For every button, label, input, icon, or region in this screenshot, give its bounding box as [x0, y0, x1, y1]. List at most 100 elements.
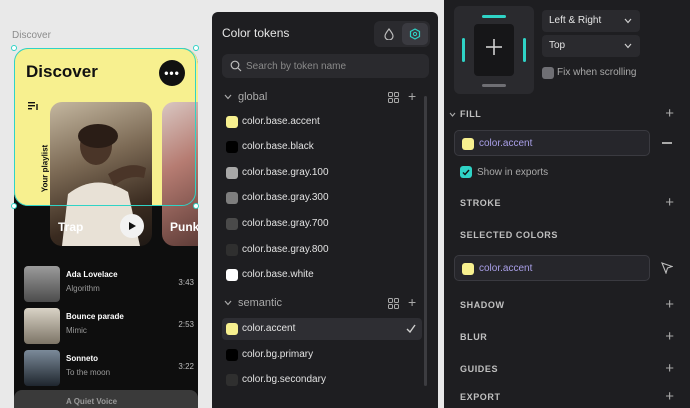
token-item[interactable]: color.base.white: [222, 264, 422, 286]
add-stroke-button[interactable]: +: [665, 195, 674, 210]
section-title: BLUR: [460, 332, 488, 342]
track-artist: Mimic: [66, 326, 87, 335]
selected-colors-section-header[interactable]: SELECTED COLORS: [444, 226, 690, 246]
fix-when-scrolling-label: Fix when scrolling: [557, 67, 637, 78]
resize-handle[interactable]: [193, 45, 199, 51]
color-tokens-panel: Color tokens global + color.base.accent …: [212, 12, 438, 408]
add-fill-button[interactable]: +: [665, 106, 674, 121]
dropdown-value: Left & Right: [549, 15, 602, 26]
scrollbar[interactable]: [424, 96, 427, 386]
token-name: color.base.white: [242, 269, 314, 280]
color-swatch: [226, 218, 238, 230]
remove-fill-button[interactable]: [662, 142, 672, 144]
design-canvas[interactable]: Discover Discover ••• Your playlist Trap: [0, 0, 212, 408]
export-section-header[interactable]: EXPORT +: [444, 388, 690, 408]
token-search[interactable]: [222, 54, 429, 78]
grid-view-icon[interactable]: [388, 92, 399, 103]
add-shadow-button[interactable]: +: [665, 297, 674, 312]
show-in-exports-checkbox[interactable]: [460, 166, 472, 178]
token-name: color.base.accent: [242, 116, 320, 127]
select-cursor-icon[interactable]: [661, 262, 673, 274]
token-item[interactable]: color.base.gray.300: [222, 187, 422, 209]
add-blur-button[interactable]: +: [665, 329, 674, 344]
constraint-left-bar[interactable]: [462, 38, 465, 62]
group-header-semantic[interactable]: semantic +: [222, 294, 429, 314]
track-row[interactable]: Bounce parade Mimic 2:53: [24, 308, 194, 344]
token-item[interactable]: color.bg.secondary: [222, 369, 422, 391]
section-title: EXPORT: [460, 392, 501, 402]
card-label: Punk: [170, 220, 198, 234]
fill-token-name: color.accent: [479, 138, 533, 149]
token-name: color.accent: [242, 323, 296, 334]
track-thumbnail: [24, 266, 60, 302]
track-row[interactable]: Ada Lovelace Algorithm 3:43: [24, 266, 194, 302]
token-item[interactable]: color.base.gray.800: [222, 239, 422, 261]
color-swatch: [226, 141, 238, 153]
token-name: color.base.gray.300: [242, 192, 329, 203]
token-item[interactable]: color.base.gray.100: [222, 162, 422, 184]
color-swatch: [226, 349, 238, 361]
now-playing-title: A Quiet Voice: [66, 397, 118, 406]
section-title: SELECTED COLORS: [460, 230, 559, 240]
track-duration: 3:22: [178, 362, 194, 371]
mode-toggle: [374, 21, 430, 47]
add-export-button[interactable]: +: [665, 389, 674, 404]
resize-handle[interactable]: [11, 203, 17, 209]
selection-outline[interactable]: [14, 48, 196, 206]
add-token-button[interactable]: +: [408, 295, 416, 309]
constraints-widget[interactable]: [454, 6, 534, 94]
group-label: global: [238, 91, 268, 103]
track-artist: To the moon: [66, 368, 111, 377]
card-label: Trap: [58, 220, 84, 234]
droplet-icon: [384, 28, 394, 40]
guides-section-header[interactable]: GUIDES +: [444, 360, 690, 380]
checkmark-icon: [462, 169, 470, 176]
add-guide-button[interactable]: +: [665, 361, 674, 376]
panel-title: Color tokens: [222, 26, 290, 40]
fill-section-header[interactable]: FILL +: [444, 105, 690, 125]
color-swatch: [226, 323, 238, 335]
vertical-constraint-dropdown[interactable]: Top: [542, 35, 640, 57]
properties-panel: Left & Right Top Fix when scrolling FILL…: [444, 0, 690, 408]
constraint-bottom-bar[interactable]: [482, 84, 506, 87]
dropdown-value: Top: [549, 40, 566, 51]
stroke-section-header[interactable]: STROKE +: [444, 194, 690, 214]
color-swatch: [226, 244, 238, 256]
token-item[interactable]: color.base.black: [222, 136, 422, 158]
resize-handle[interactable]: [193, 203, 199, 209]
play-icon: [129, 222, 136, 230]
constraint-right-bar[interactable]: [523, 38, 526, 62]
add-token-button[interactable]: +: [408, 89, 416, 103]
selected-color-name: color.accent: [479, 263, 533, 274]
token-item[interactable]: color.base.accent: [222, 111, 422, 133]
horizontal-constraint-dropdown[interactable]: Left & Right: [542, 10, 640, 32]
constraint-top-bar[interactable]: [482, 15, 506, 18]
search-input[interactable]: [246, 54, 421, 78]
token-item-selected[interactable]: color.accent: [222, 318, 422, 340]
color-swatch[interactable]: [462, 263, 474, 275]
token-item[interactable]: color.base.gray.700: [222, 213, 422, 235]
group-header-global[interactable]: global +: [222, 88, 429, 108]
color-swatch[interactable]: [462, 138, 474, 150]
token-mode-button[interactable]: [402, 23, 428, 45]
hexagon-icon: [409, 28, 421, 40]
droplet-mode-button[interactable]: [376, 23, 402, 45]
resize-handle[interactable]: [11, 45, 17, 51]
token-item[interactable]: color.bg.primary: [222, 344, 422, 366]
track-thumbnail: [24, 350, 60, 386]
track-row[interactable]: Sonneto To the moon 3:22: [24, 350, 194, 386]
now-playing-bar[interactable]: A Quiet Voice: [14, 390, 198, 408]
shadow-section-header[interactable]: SHADOW +: [444, 296, 690, 316]
blur-section-header[interactable]: BLUR +: [444, 328, 690, 348]
frame-label[interactable]: Discover: [12, 30, 51, 41]
play-button[interactable]: [120, 214, 144, 238]
track-thumbnail: [24, 308, 60, 344]
selected-color-row[interactable]: color.accent: [454, 255, 650, 281]
track-title: Ada Lovelace: [66, 270, 118, 279]
chevron-down-icon: [224, 94, 232, 100]
color-swatch: [226, 167, 238, 179]
fill-row[interactable]: color.accent: [454, 130, 650, 156]
grid-view-icon[interactable]: [388, 298, 399, 309]
section-title: FILL: [460, 109, 482, 119]
fix-when-scrolling-checkbox[interactable]: [542, 67, 554, 79]
